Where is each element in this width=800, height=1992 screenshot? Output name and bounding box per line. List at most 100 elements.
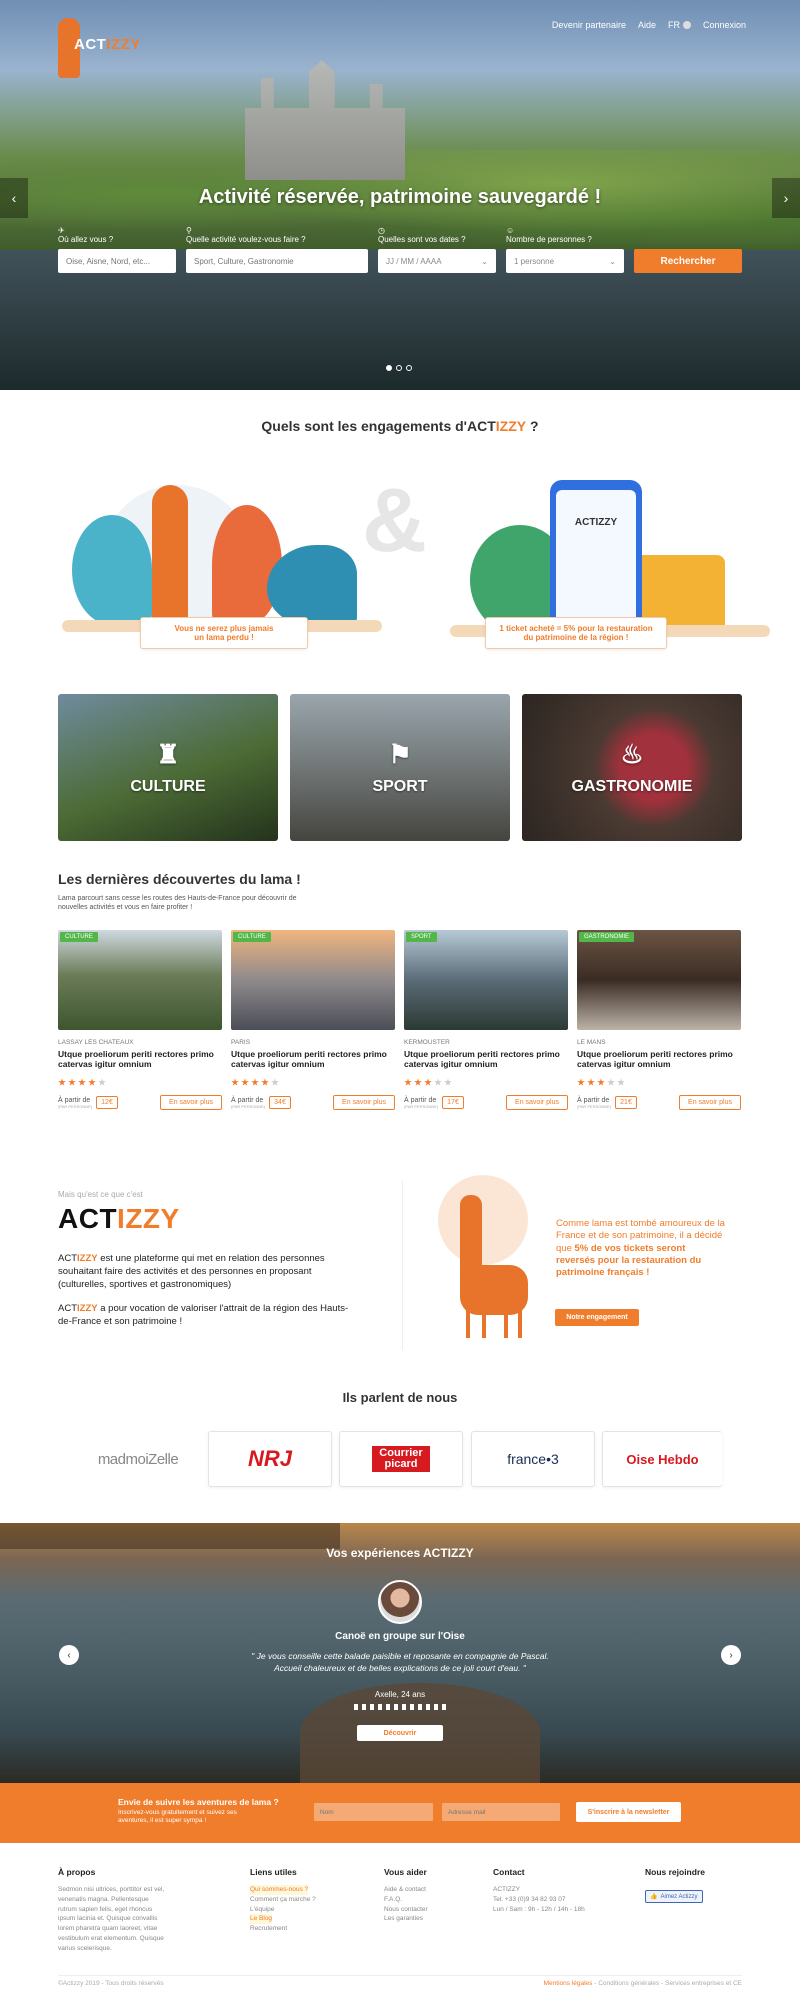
press-logo-france3[interactable]: france•3 [471, 1431, 595, 1487]
wave-divider [354, 1704, 446, 1710]
language-switch[interactable]: FR [668, 20, 691, 30]
experience-quote: " Je vous conseille cette balade paisibl… [251, 1651, 549, 1673]
learn-more-button[interactable]: En savoir plus [679, 1095, 741, 1111]
footer-heading: Liens utiles [250, 1867, 297, 1877]
press-logo-oise-hebdo[interactable]: Oise Hebdo [602, 1431, 722, 1487]
footer-link[interactable]: Nous contacter [384, 1905, 474, 1915]
nav-help[interactable]: Aide [638, 20, 656, 30]
footer-link[interactable]: Le Blog [250, 1914, 273, 1924]
card-per-person: (PAR PERSONNE) [404, 1103, 439, 1109]
nav-become-partner[interactable]: Devenir partenaire [552, 20, 626, 30]
next-arrow-icon[interactable]: › [721, 1645, 741, 1665]
category-label: GASTRONOMIE [571, 778, 693, 795]
card-price-block: À partir de (PAR PERSONNE) 21€ [577, 1096, 637, 1110]
discovery-card[interactable]: CULTURE LASSAY LES CHATEAUX Utque proelior… [58, 930, 222, 1120]
card-location: LASSAY LES CHATEAUX [58, 1039, 134, 1046]
slide-dot[interactable] [386, 365, 392, 371]
footer-contact-line: ACTIZZY [493, 1886, 521, 1893]
learn-more-button[interactable]: En savoir plus [506, 1095, 568, 1111]
press-title: Ils parlent de nous [342, 1390, 458, 1405]
newsletter-email-input[interactable] [442, 1803, 560, 1821]
experience-name: Canoë en groupe sur l'Oise [335, 1631, 465, 1642]
card-price-block: À partir de (PAR PERSONNE) 12€ [58, 1096, 118, 1110]
language-label: FR [667, 20, 680, 30]
learn-more-button[interactable]: En savoir plus [333, 1095, 395, 1111]
footer-contact-line: Tel. +33 (0)9 34 82 93 07 [493, 1895, 566, 1903]
footer-link[interactable]: Aide & contact [384, 1885, 474, 1895]
llama-commitment-text: Comme lama est tombé amoureux de la Fran… [556, 1218, 725, 1279]
card-tag: CULTURE [60, 932, 98, 942]
discover-button[interactable]: Découvrir [357, 1725, 443, 1741]
press-logo-courrier-picard[interactable]: Courrier picard [339, 1431, 463, 1487]
about-paragraph-1: ACTIZZY est une plateforme qui met en re… [58, 1253, 325, 1290]
discovery-card[interactable]: GASTRONOMIE LE MANS Utque proeliorum perit… [577, 930, 741, 1120]
about-brand: ACTIZZY [58, 1203, 180, 1234]
our-commitment-button[interactable]: Notre engagement [555, 1309, 639, 1326]
flag-icon [682, 21, 691, 29]
persons-label: ☺ Nombre de personnes ? [506, 226, 592, 244]
footer-bottom: ©Actizzy 2019 - Tous droits réservés Men… [58, 1975, 742, 1987]
newsletter-band: Envie de suivre les aventures de lama ? … [0, 1783, 800, 1843]
card-image[interactable]: CULTURE [231, 930, 395, 1030]
footer-link[interactable]: Comment ça marche ? [250, 1895, 360, 1905]
card-image[interactable]: CULTURE [58, 930, 222, 1030]
star-icon [271, 1078, 279, 1086]
reviewer-avatar [378, 1580, 422, 1624]
category-culture[interactable]: ♜ CULTURE [58, 694, 278, 841]
category-gastronomy[interactable]: ♨ GASTRONOMIE [522, 694, 742, 841]
card-rating [231, 1078, 395, 1086]
slide-dot[interactable] [406, 365, 412, 371]
prev-arrow-icon[interactable]: ‹ [59, 1645, 79, 1665]
card-per-person: (PAR PERSONNE) [577, 1103, 612, 1109]
press-logo-madmoizelle[interactable]: madmoiZelle [76, 1431, 200, 1487]
card-title[interactable]: Utque proeliorum periti rectores primo c… [577, 1049, 741, 1069]
footer-link[interactable]: L'équipe [250, 1905, 360, 1915]
card-title[interactable]: Utque proeliorum periti rectores primo c… [58, 1049, 222, 1069]
discovery-card[interactable]: SPORT KERMOUSTER Utque proeliorum periti r… [404, 930, 568, 1120]
slide-dot[interactable] [396, 365, 402, 371]
search-button[interactable]: Rechercher [634, 249, 742, 273]
castle-icon: ♜ [156, 739, 180, 769]
persons-select[interactable]: 1 personne ⌄ [506, 249, 624, 273]
card-tag: CULTURE [233, 932, 271, 942]
star-icon [261, 1078, 269, 1086]
learn-more-button[interactable]: En savoir plus [160, 1095, 222, 1111]
card-image[interactable]: SPORT [404, 930, 568, 1030]
card-price: 12€ [96, 1096, 118, 1110]
card-price: 21€ [615, 1096, 637, 1110]
category-sport[interactable]: ⚑ SPORT [290, 694, 510, 841]
login-link[interactable]: Connexion [703, 20, 746, 30]
engagement-ticket-heritage: 1 ticket acheté = 5% pour la restauratio… [485, 617, 667, 649]
footer-link[interactable]: Qui sommes-nous ? [250, 1885, 309, 1895]
star-icon [68, 1078, 76, 1086]
press-logo-nrj[interactable]: NRJ [208, 1431, 332, 1487]
dates-select[interactable]: JJ / MM / AAAA ⌄ [378, 249, 496, 273]
facebook-like-button[interactable]: 👍 Aimez Actizzy [645, 1890, 703, 1903]
star-icon [607, 1078, 615, 1086]
legal-links[interactable]: Mentions légales - Conditions générales … [544, 1980, 742, 1987]
actizzy-logo[interactable]: ACTIZZY [56, 14, 140, 82]
footer-about-text: Sedmon nisi ultrices, porttitor est vel,… [58, 1886, 165, 1952]
footer-link[interactable]: Recrutement [250, 1924, 360, 1934]
newsletter-name-input[interactable] [314, 1803, 433, 1821]
footer-link[interactable]: F.A.Q. [384, 1895, 474, 1905]
star-icon [424, 1078, 432, 1086]
where-input[interactable] [58, 249, 176, 273]
card-title[interactable]: Utque proeliorum periti rectores primo c… [404, 1049, 568, 1069]
footer-heading: À propos [58, 1867, 96, 1877]
discovery-card[interactable]: CULTURE PARIS Utque proeliorum periti rect… [231, 930, 395, 1120]
newsletter-subscribe-button[interactable]: S'inscrire à la newsletter [576, 1802, 681, 1822]
card-location: KERMOUSTER [404, 1039, 450, 1046]
card-image[interactable]: GASTRONOMIE [577, 930, 741, 1030]
hero-pagination [386, 365, 412, 371]
star-icon [444, 1078, 452, 1086]
card-title[interactable]: Utque proeliorum periti rectores primo c… [231, 1049, 395, 1069]
activity-input[interactable] [186, 249, 368, 273]
star-icon [434, 1078, 442, 1086]
footer-link[interactable]: Les garanties [384, 1914, 474, 1924]
card-per-person: (PAR PERSONNE) [231, 1103, 266, 1109]
star-icon [78, 1078, 86, 1086]
card-location: LE MANS [577, 1039, 606, 1046]
discoveries-title: Les dernières découvertes du lama ! [58, 871, 301, 887]
logo-wordmark: ACTIZZY [74, 36, 141, 53]
